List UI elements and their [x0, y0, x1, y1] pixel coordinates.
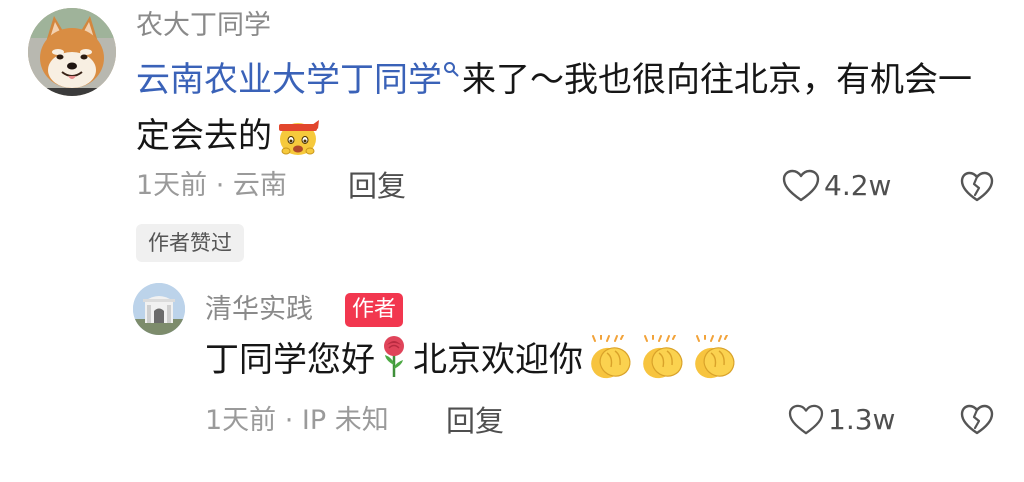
reply-like-button[interactable]: 1.3w: [788, 402, 895, 438]
reply-username[interactable]: 清华实践: [205, 292, 313, 328]
university-gate-avatar-icon: [133, 283, 185, 335]
heart-outline-icon: [782, 169, 820, 202]
emoji-headband-face-icon: [279, 120, 319, 155]
heart-outline-icon: [788, 404, 824, 435]
comment-body: 云南农业大学丁同学 来了～我也很向往北京，有机会一定会去的: [136, 52, 986, 164]
shiba-dog-avatar-icon: [28, 8, 116, 96]
reply-timestamp: 1天前 · IP 未知: [205, 405, 389, 436]
reply-like-count: 1.3w: [828, 403, 896, 436]
author-tag: 作者: [345, 293, 404, 327]
reply-avatar[interactable]: [133, 283, 185, 335]
comment-timestamp: 1天前 · 云南: [136, 170, 287, 201]
reply-reply-button[interactable]: 回复: [446, 403, 504, 439]
reply-body: 丁同学您好 北京欢迎你: [205, 332, 739, 388]
dislike-button[interactable]: [960, 171, 994, 207]
reply-text-part1: 丁同学您好: [205, 340, 375, 380]
reply-text-part2: 北京欢迎你: [413, 340, 583, 380]
author-liked-badge: 作者赞过: [136, 224, 244, 262]
search-icon: [444, 62, 459, 77]
avatar[interactable]: [28, 8, 116, 96]
broken-heart-icon: [960, 171, 994, 202]
comment-username[interactable]: 农大丁同学: [136, 8, 271, 44]
broken-heart-icon: [960, 404, 994, 435]
reply-button[interactable]: 回复: [348, 168, 406, 204]
like-button[interactable]: 4.2w: [782, 168, 891, 204]
clapping-hands-emoji-icon: [695, 335, 735, 379]
reply-dislike-button[interactable]: [960, 404, 994, 440]
clapping-hands-emoji-icon: [643, 335, 683, 379]
rose-emoji-icon: [384, 336, 404, 377]
mention-link[interactable]: 云南农业大学丁同学: [136, 60, 442, 100]
like-count: 4.2w: [824, 169, 892, 202]
clapping-hands-emoji-icon: [591, 335, 631, 379]
